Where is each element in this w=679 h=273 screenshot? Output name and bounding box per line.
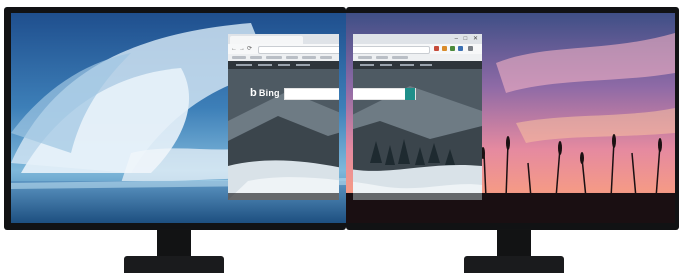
bookmark-item[interactable]: [392, 56, 408, 59]
window-controls[interactable]: – □ ✕: [455, 35, 480, 42]
bing-logo[interactable]: b Bing: [250, 87, 280, 99]
bing-nav-strip: [353, 61, 482, 69]
bing-logo-text: Bing: [258, 88, 280, 98]
extension-icon[interactable]: [434, 46, 439, 51]
search-input[interactable]: [284, 88, 339, 100]
tab-bar: – □ ✕: [353, 34, 482, 44]
refresh-icon[interactable]: ⟳: [247, 45, 252, 53]
browser-tab[interactable]: [230, 36, 303, 44]
bookmark-item[interactable]: [302, 56, 316, 59]
bookmarks-bar: [353, 54, 482, 61]
back-icon[interactable]: ←: [231, 45, 237, 53]
extension-icon[interactable]: [450, 46, 455, 51]
bing-logo-icon: b: [250, 87, 257, 99]
bookmark-item[interactable]: [232, 56, 246, 59]
bookmark-item[interactable]: [376, 56, 388, 59]
browser-window: ← → ⟳ b Bing: [228, 34, 339, 200]
right-monitor-stand-base: [464, 256, 564, 273]
bookmark-item[interactable]: [320, 56, 332, 59]
forward-icon[interactable]: →: [239, 45, 245, 53]
bing-background-image: [353, 61, 482, 200]
right-monitor-stand-neck: [497, 229, 531, 258]
address-bar[interactable]: [353, 46, 430, 54]
search-button[interactable]: [405, 88, 415, 100]
bing-nav-strip: [228, 61, 339, 69]
bing-background-image: [228, 61, 339, 200]
bookmarks-bar: [228, 54, 339, 61]
bookmark-item[interactable]: [358, 56, 372, 59]
bookmark-item[interactable]: [266, 56, 282, 59]
left-monitor-stand-base: [124, 256, 224, 273]
extension-icon[interactable]: [458, 46, 463, 51]
address-bar[interactable]: [258, 46, 339, 54]
bing-footer-strip: [228, 193, 339, 200]
bing-page: bBing ⌕: [228, 61, 339, 200]
menu-icon[interactable]: [468, 46, 473, 51]
browser-toolbar: [353, 44, 482, 54]
browser-window: – □ ✕: [353, 34, 482, 200]
browser-window-right-part[interactable]: – □ ✕: [353, 34, 482, 200]
extension-icon[interactable]: [442, 46, 447, 51]
bookmark-item[interactable]: [250, 56, 262, 59]
tab-bar: [228, 34, 339, 44]
browser-toolbar: ← → ⟳: [228, 44, 339, 54]
bookmark-item[interactable]: [286, 56, 298, 59]
bing-page: [353, 61, 482, 200]
browser-window-left-part[interactable]: ← → ⟳ b Bing: [228, 34, 339, 200]
bing-footer-strip: [353, 193, 482, 200]
left-monitor-stand-neck: [157, 229, 191, 258]
